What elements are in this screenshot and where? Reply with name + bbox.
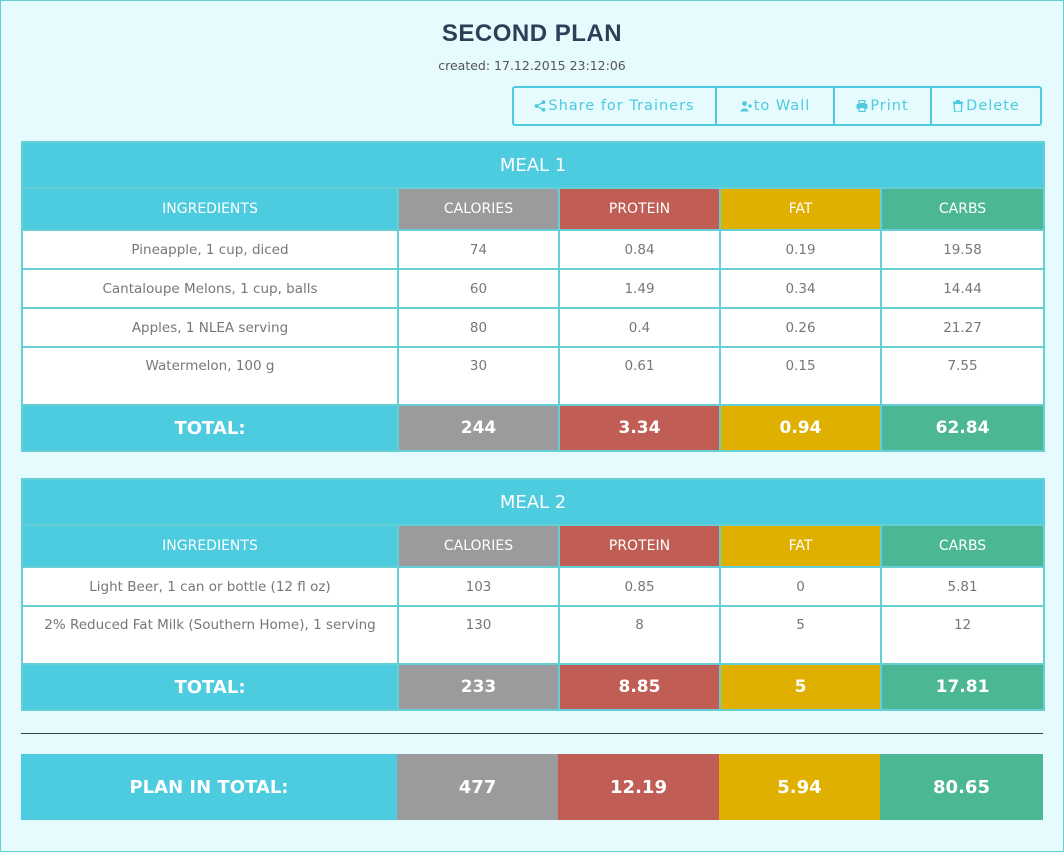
fat-cell: 5: [719, 605, 882, 665]
total-calories: 233: [397, 663, 560, 711]
ingredient-name: Apples, 1 NLEA serving: [21, 307, 399, 348]
fat-cell: 0.26: [719, 307, 882, 348]
ingredient-name: Pineapple, 1 cup, diced: [21, 229, 399, 270]
meal-title: MEAL 1: [20, 141, 1046, 189]
protein-cell: 0.85: [558, 566, 721, 607]
calories-cell: 60: [397, 268, 560, 309]
print-label: Print: [870, 98, 909, 114]
to-wall-button[interactable]: to Wall: [715, 86, 835, 126]
meal-table: MEAL 1 INGREDIENTS CALORIES PROTEIN FAT …: [20, 141, 1046, 452]
calories-cell: 80: [397, 307, 560, 348]
column-header-carbs: CARBS: [879, 187, 1046, 231]
trash-icon: [953, 100, 964, 112]
total-protein: 8.85: [558, 663, 721, 711]
total-label: TOTAL:: [21, 663, 399, 711]
calories-cell: 30: [397, 346, 560, 406]
total-label: TOTAL:: [21, 404, 399, 452]
protein-cell: 0.4: [558, 307, 721, 348]
column-header-protein: PROTEIN: [558, 524, 721, 568]
ingredient-name: 2% Reduced Fat Milk (Southern Home), 1 s…: [21, 605, 399, 665]
protein-cell: 1.49: [558, 268, 721, 309]
table-row: Apples, 1 NLEA serving 80 0.4 0.26 21.27: [21, 307, 1046, 348]
calories-cell: 74: [397, 229, 560, 270]
page-title: SECOND PLAN: [441, 20, 623, 47]
fat-cell: 0.19: [719, 229, 882, 270]
calories-cell: 130: [397, 605, 560, 665]
print-icon: [856, 100, 868, 112]
carbs-cell: 19.58: [879, 229, 1046, 270]
total-fat: 5: [719, 663, 882, 711]
share-for-trainers-button[interactable]: Share for Trainers: [512, 86, 717, 126]
share-for-trainers-label: Share for Trainers: [548, 98, 695, 114]
protein-cell: 8: [558, 605, 721, 665]
to-wall-label: to Wall: [753, 98, 811, 114]
total-carbs: 62.84: [879, 404, 1046, 452]
total-carbs: 17.81: [879, 663, 1046, 711]
table-row: Light Beer, 1 can or bottle (12 fl oz) 1…: [21, 566, 1046, 607]
carbs-cell: 7.55: [879, 346, 1046, 406]
meal-table: MEAL 2 INGREDIENTS CALORIES PROTEIN FAT …: [20, 478, 1046, 711]
plan-total-carbs: 80.65: [880, 754, 1043, 820]
share-icon: [534, 100, 546, 112]
total-protein: 3.34: [558, 404, 721, 452]
ingredient-name: Light Beer, 1 can or bottle (12 fl oz): [21, 566, 399, 607]
plan-total-protein: 12.19: [558, 754, 719, 820]
plan-total-label: PLAN IN TOTAL:: [21, 754, 397, 820]
meal-title: MEAL 2: [20, 478, 1046, 526]
table-row: Cantaloupe Melons, 1 cup, balls 60 1.49 …: [21, 268, 1046, 309]
plan-total-calories: 477: [397, 754, 558, 820]
delete-button[interactable]: Delete: [930, 86, 1042, 126]
table-row: Watermelon, 100 g 30 0.61 0.15 7.55: [21, 346, 1046, 406]
ingredient-name: Watermelon, 100 g: [21, 346, 399, 406]
column-header-fat: FAT: [719, 187, 882, 231]
user-plus-icon: [740, 101, 752, 112]
total-row: TOTAL: 244 3.34 0.94 62.84: [21, 404, 1046, 452]
plan-actions: Share for Trainers to Wall Print Delete: [512, 86, 1042, 126]
fat-cell: 0: [719, 566, 882, 607]
column-header-protein: PROTEIN: [558, 187, 721, 231]
column-header-fat: FAT: [719, 524, 882, 568]
ingredient-name: Cantaloupe Melons, 1 cup, balls: [21, 268, 399, 309]
carbs-cell: 5.81: [879, 566, 1046, 607]
column-header-ingredients: INGREDIENTS: [21, 187, 399, 231]
total-fat: 0.94: [719, 404, 882, 452]
divider: [21, 733, 1043, 734]
protein-cell: 0.61: [558, 346, 721, 406]
column-header-calories: CALORIES: [397, 524, 560, 568]
fat-cell: 0.34: [719, 268, 882, 309]
column-header-ingredients: INGREDIENTS: [21, 524, 399, 568]
total-calories: 244: [397, 404, 560, 452]
carbs-cell: 12: [879, 605, 1046, 665]
table-row: Pineapple, 1 cup, diced 74 0.84 0.19 19.…: [21, 229, 1046, 270]
carbs-cell: 14.44: [879, 268, 1046, 309]
column-header-calories: CALORIES: [397, 187, 560, 231]
column-header-carbs: CARBS: [879, 524, 1046, 568]
fat-cell: 0.15: [719, 346, 882, 406]
plan-total-row: PLAN IN TOTAL: 477 12.19 5.94 80.65: [21, 754, 1043, 820]
carbs-cell: 21.27: [879, 307, 1046, 348]
protein-cell: 0.84: [558, 229, 721, 270]
total-row: TOTAL: 233 8.85 5 17.81: [21, 663, 1046, 711]
plan-total-fat: 5.94: [719, 754, 880, 820]
created-timestamp: created: 17.12.2015 23:12:06: [438, 58, 626, 73]
delete-label: Delete: [966, 98, 1020, 114]
table-row: 2% Reduced Fat Milk (Southern Home), 1 s…: [21, 605, 1046, 665]
plan-total-table: PLAN IN TOTAL: 477 12.19 5.94 80.65: [21, 754, 1043, 820]
calories-cell: 103: [397, 566, 560, 607]
print-button[interactable]: Print: [833, 86, 932, 126]
